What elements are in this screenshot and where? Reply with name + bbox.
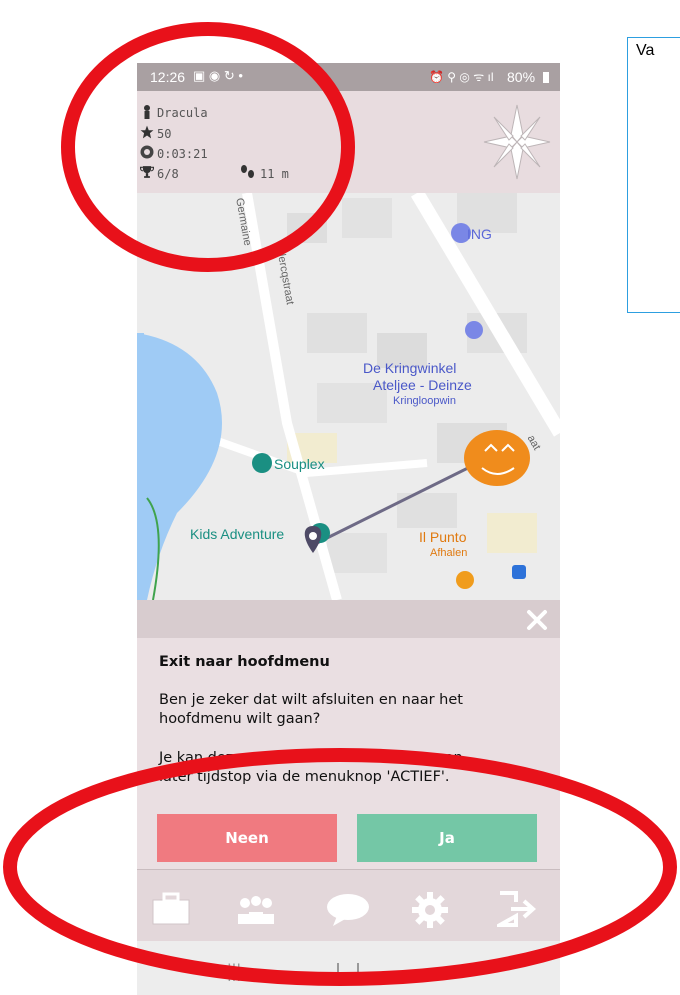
- annotation-circle-top: [61, 22, 355, 272]
- note-text: Va: [636, 42, 655, 59]
- note-box: Va: [627, 37, 680, 313]
- annotation-circle-bottom: [3, 748, 677, 986]
- annotation-overlay: [3, 22, 677, 986]
